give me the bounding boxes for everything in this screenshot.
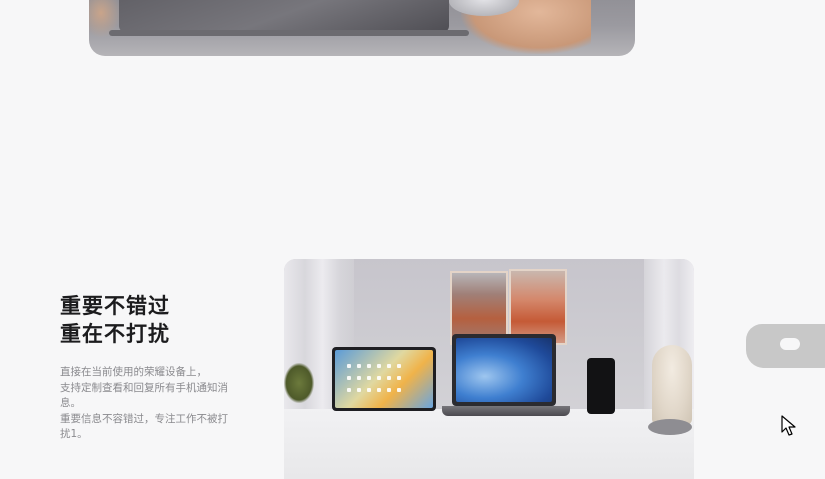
description-line: 重要信息不容错过，专注工作不被打 [60,412,228,425]
multi-device-desk-photo [284,259,694,479]
description-line: 息。 [60,397,81,409]
mouse-device [648,419,692,435]
feature-title-line-2: 重在不打扰 [60,322,170,346]
mouse-pointer-icon [781,415,796,436]
feature-description: 直接在当前使用的荣耀设备上， 支持定制查看和回复所有手机通知消 息。 重要信息不… [60,365,256,443]
laptop-mouse-photo [89,0,635,56]
desk-surface [284,409,694,479]
description-line: 支持定制查看和回复所有手机通知消 [60,381,228,394]
laptop-device [452,334,556,406]
decorative-shape [746,324,825,368]
phone-device [587,358,615,414]
feature-title: 重要不错过 重在不打扰 [60,292,260,348]
plant [284,363,314,403]
vase [652,345,692,425]
feature-title-line-1: 重要不错过 [60,294,170,318]
description-line: 扰1。 [60,428,88,440]
description-line: 直接在当前使用的荣耀设备上， [60,366,207,378]
tablet-device [332,347,436,411]
